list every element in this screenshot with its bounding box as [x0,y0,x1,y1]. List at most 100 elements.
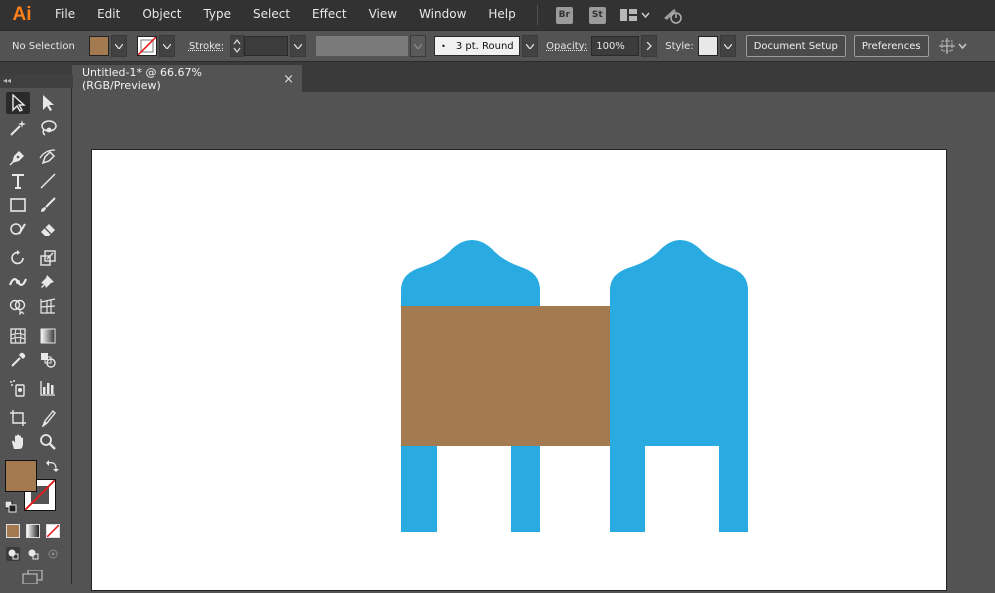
opacity-dropdown[interactable] [641,35,658,57]
draw-behind-icon[interactable] [26,547,40,564]
artboard[interactable] [91,149,947,591]
arrange-documents-icon[interactable] [938,38,969,54]
line-segment-tool-icon[interactable] [36,170,60,192]
artwork [401,240,748,532]
collapse-panel-icon[interactable]: ◂◂ [0,74,73,88]
gradient-tool-icon[interactable] [36,325,60,347]
shaper-tool-icon[interactable] [6,218,30,240]
brown-panel [401,306,610,446]
document-tab[interactable]: Untitled-1* @ 66.67% (RGB/Preview) × [72,65,302,93]
none-mode-button[interactable] [46,524,60,538]
document-tab-title: Untitled-1* @ 66.67% (RGB/Preview) [82,66,202,92]
fill-swatch[interactable] [88,36,109,56]
menu-select[interactable]: Select [242,0,301,30]
selection-status: No Selection [12,40,75,52]
type-tool-icon[interactable] [6,170,30,192]
left-arch-shape [401,240,540,306]
stroke-label[interactable]: Stroke: [189,41,224,52]
graphic-style-swatch[interactable] [697,36,718,56]
scale-tool-icon[interactable] [36,247,60,269]
fill-dropdown[interactable] [110,35,127,57]
blend-tool-icon[interactable] [36,349,60,371]
hand-tool-icon[interactable] [6,431,30,453]
variable-width-profile[interactable] [316,36,409,56]
opacity-value: 100% [596,40,625,52]
profile-dropdown[interactable] [410,35,427,57]
chevron-right-icon [646,42,653,50]
puppet-warp-tool-icon[interactable] [36,271,60,293]
preferences-button[interactable]: Preferences [853,35,929,57]
right-leg-1 [610,446,645,532]
lasso-tool-icon[interactable] [36,117,60,139]
bridge-button[interactable]: Br [555,6,573,24]
rotate-tool-icon[interactable] [6,247,30,269]
stock-button[interactable]: St [588,6,606,24]
stroke-swatch[interactable] [136,36,157,56]
swap-fill-stroke-icon[interactable] [46,459,60,476]
workspace-layout-icon[interactable] [619,8,650,22]
close-tab-icon[interactable]: × [283,72,294,87]
eyedropper-tool-icon[interactable] [6,349,30,371]
menu-window[interactable]: Window [408,0,477,30]
chevron-down-icon [294,43,303,49]
chevron-down-icon [526,43,535,49]
shape-builder-tool-icon[interactable] [6,295,30,317]
draw-normal-icon[interactable] [6,547,20,564]
screen-mode-icon[interactable] [22,569,48,587]
right-leg-2 [719,446,748,532]
eraser-tool-icon[interactable] [36,218,60,240]
menu-help[interactable]: Help [477,0,526,30]
style-label: Style: [665,40,694,52]
menu-edit[interactable]: Edit [86,0,131,30]
color-mode-button[interactable] [6,524,20,538]
brush-definition-value: 3 pt. Round [455,40,514,52]
artboard-tool-icon[interactable] [6,407,30,429]
default-fill-stroke-icon[interactable] [4,500,17,516]
slice-tool-icon[interactable] [36,407,60,429]
style-dropdown[interactable] [719,35,736,57]
gpu-performance-icon[interactable] [662,6,684,24]
tools-panel: ◂◂ [0,74,73,587]
direct-selection-tool-icon[interactable] [36,92,60,114]
chevron-down-icon [162,43,171,49]
pen-tool-icon[interactable] [6,146,30,168]
document-tab-bar: Untitled-1* @ 66.67% (RGB/Preview) × [72,62,995,93]
document-setup-button[interactable]: Document Setup [745,35,846,57]
tools-panel-header [0,62,72,74]
width-tool-icon[interactable] [6,271,30,293]
stroke-dropdown[interactable] [158,35,175,57]
symbol-sprayer-tool-icon[interactable] [6,377,30,399]
canvas-area[interactable] [72,92,995,591]
brush-dropdown[interactable] [522,35,539,57]
curvature-tool-icon[interactable] [36,146,60,168]
brush-definition-field[interactable]: • 3 pt. Round [434,36,521,56]
stroke-weight-field[interactable] [244,36,289,56]
selection-tool-icon[interactable] [6,92,30,114]
menu-type[interactable]: Type [192,0,242,30]
fill-color-box[interactable] [5,460,37,492]
column-graph-tool-icon[interactable] [36,377,60,399]
paintbrush-tool-icon[interactable] [36,194,60,216]
perspective-grid-tool-icon[interactable] [36,295,60,317]
menu-file[interactable]: File [44,0,86,30]
gradient-mode-button[interactable] [26,524,40,538]
menu-effect[interactable]: Effect [301,0,358,30]
stroke-weight-stepper[interactable] [230,35,245,57]
no-stroke-icon [137,36,157,56]
menu-object[interactable]: Object [131,0,192,30]
chevron-down-icon [414,43,423,49]
stepper-icon [233,39,241,53]
left-leg-2 [511,446,540,532]
draw-inside-icon[interactable] [46,547,60,564]
brush-dot-icon: • [441,41,446,51]
mesh-tool-icon[interactable] [6,325,30,347]
magic-wand-tool-icon[interactable] [6,117,30,139]
chevron-down-icon [114,43,123,49]
rectangle-tool-icon[interactable] [6,194,30,216]
opacity-field[interactable]: 100% [591,36,640,56]
zoom-tool-icon[interactable] [36,431,60,453]
app-logo: Ai [12,4,32,25]
stroke-weight-dropdown[interactable] [290,35,307,57]
menu-view[interactable]: View [358,0,408,30]
opacity-label[interactable]: Opacity: [546,41,587,52]
